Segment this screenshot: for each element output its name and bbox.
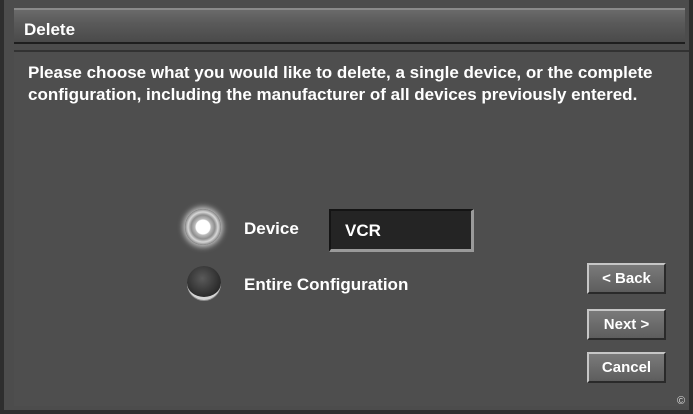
cancel-button[interactable]: Cancel	[587, 352, 666, 383]
device-radio-label[interactable]: Device	[244, 219, 299, 239]
instructions-text: Please choose what you would like to del…	[28, 63, 653, 104]
device-radio-button[interactable]	[185, 209, 221, 245]
delete-dialog: Delete Please choose what you would like…	[0, 0, 693, 414]
entire-configuration-radio-label[interactable]: Entire Configuration	[244, 275, 408, 295]
next-button[interactable]: Next >	[587, 309, 666, 340]
title-bar	[14, 8, 685, 44]
dialog-title: Delete	[24, 20, 76, 39]
copyright-symbol: ©	[677, 395, 686, 407]
entire-configuration-radio-button[interactable]	[187, 266, 221, 300]
back-button[interactable]: < Back	[587, 263, 666, 294]
device-field[interactable]: VCR	[329, 209, 474, 252]
